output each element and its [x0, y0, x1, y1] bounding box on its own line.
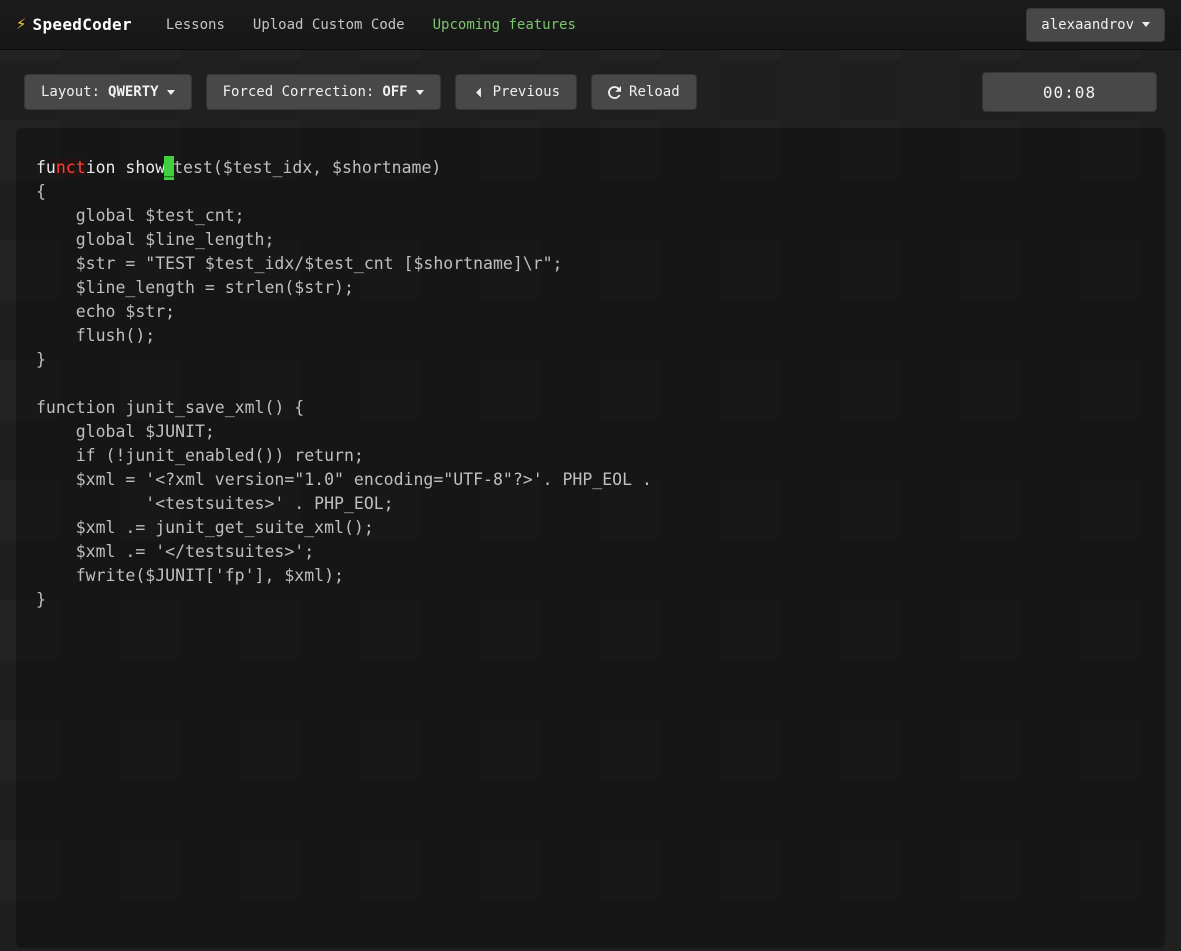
chevron-down-icon [416, 90, 424, 95]
reload-icon [608, 86, 621, 99]
nav-lessons[interactable]: Lessons [152, 9, 239, 41]
typing-code-area: function show_test($test_idx, $shortname… [36, 156, 1145, 612]
lightning-icon: ⚡ [16, 14, 27, 34]
layout-dropdown[interactable]: Layout: QWERTY [24, 74, 192, 110]
brand-logo[interactable]: ⚡ SpeedCoder [16, 15, 132, 35]
chevron-left-icon [472, 86, 485, 99]
nav-upcoming-features[interactable]: Upcoming features [419, 9, 590, 41]
reload-button[interactable]: Reload [591, 74, 697, 110]
timer-display: 00:08 [982, 72, 1157, 112]
forced-correction-value: OFF [382, 84, 407, 100]
typed-correct-suffix: ion show [86, 158, 165, 177]
reload-label: Reload [629, 84, 680, 100]
forced-correction-label: Forced Correction: [223, 84, 375, 100]
brand-text: SpeedCoder [33, 15, 132, 34]
user-name: alexaandrov [1041, 17, 1134, 33]
layout-label: Layout: [41, 84, 100, 100]
chevron-down-icon [167, 90, 175, 95]
previous-label: Previous [493, 84, 560, 100]
rest-of-first-line: test($test_idx, $shortname) [173, 158, 441, 177]
user-menu-button[interactable]: alexaandrov [1026, 8, 1165, 42]
typed-correct-prefix: fu [36, 158, 56, 177]
layout-value: QWERTY [108, 84, 159, 100]
toolbar: Layout: QWERTY Forced Correction: OFF Pr… [0, 50, 1181, 128]
code-panel[interactable]: function show_test($test_idx, $shortname… [16, 128, 1165, 948]
navbar: ⚡ SpeedCoder Lessons Upload Custom Code … [0, 0, 1181, 50]
chevron-down-icon [1142, 22, 1150, 27]
previous-button[interactable]: Previous [455, 74, 577, 110]
typed-error-segment: nct [56, 158, 86, 177]
remaining-code: { global $test_cnt; global $line_length;… [36, 182, 652, 609]
forced-correction-dropdown[interactable]: Forced Correction: OFF [206, 74, 441, 110]
nav-upload-custom-code[interactable]: Upload Custom Code [239, 9, 419, 41]
